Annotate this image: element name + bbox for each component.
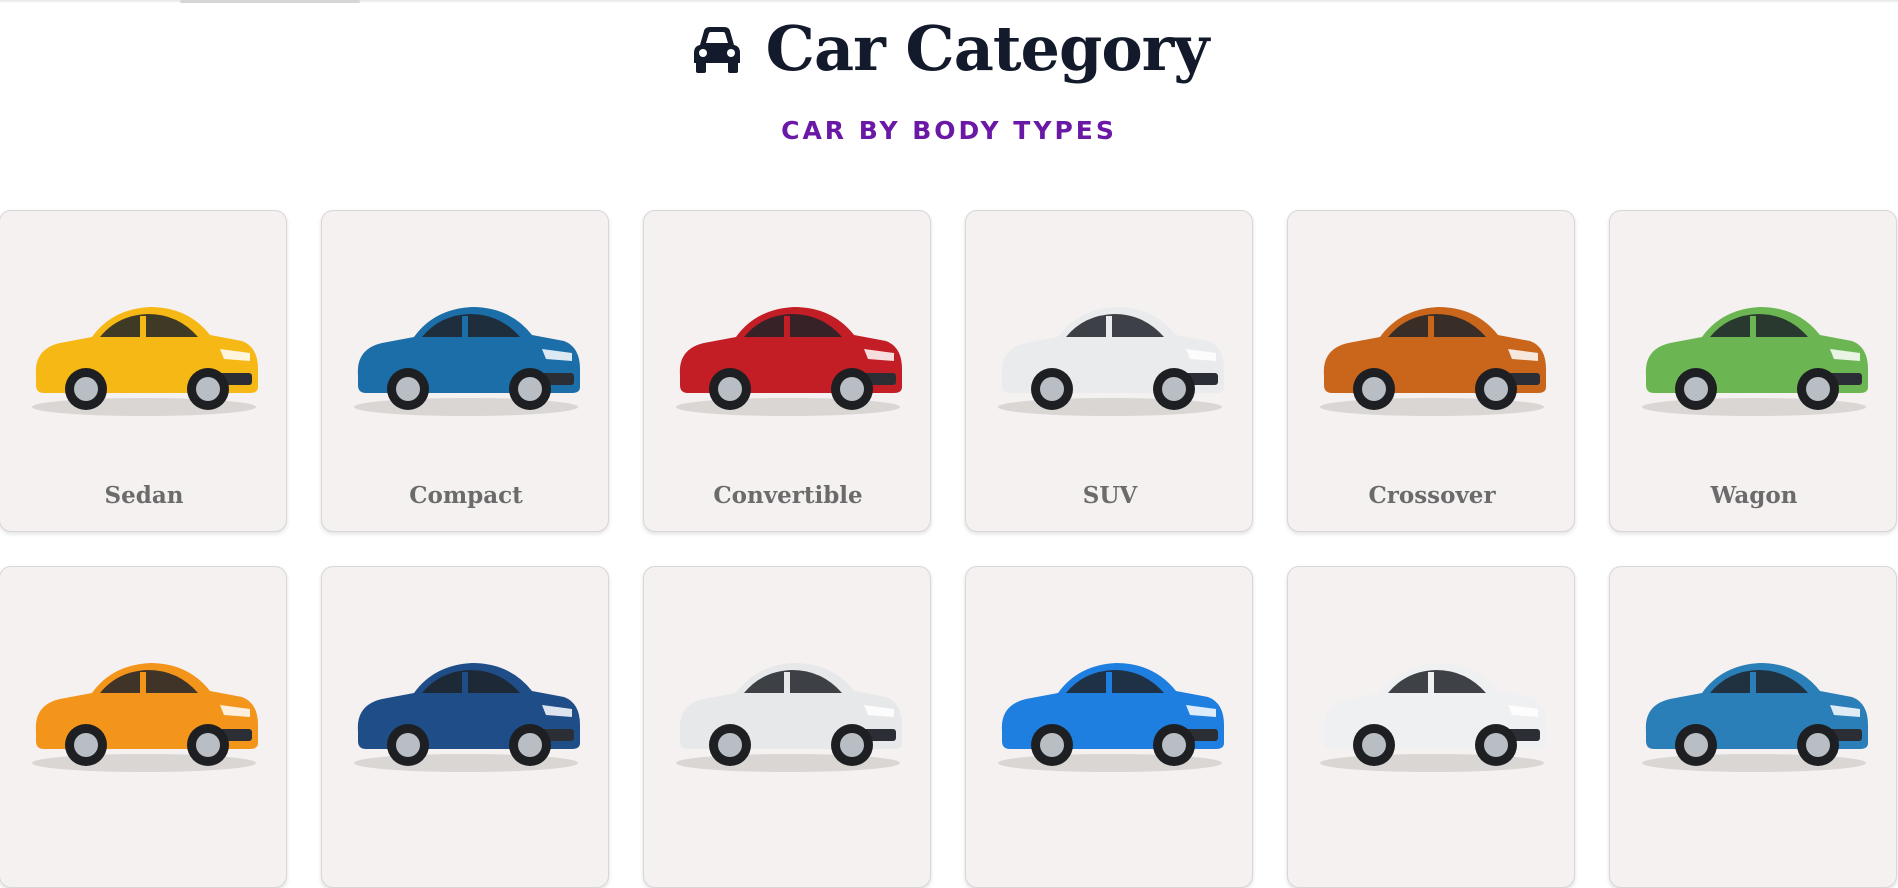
category-card[interactable]: Sedan [0,210,287,532]
category-card-label: Crossover [1368,482,1496,509]
category-card[interactable] [1287,566,1575,888]
category-card[interactable] [643,566,931,888]
category-card-label: Sedan [104,482,184,509]
category-card[interactable]: SUV [965,210,1253,532]
orange-crossover-image [1308,279,1556,424]
category-card-label: SUV [1082,482,1138,509]
blue-pickup-truck-image [342,635,590,780]
category-card[interactable] [0,566,287,888]
blue-compact-suv-image [342,279,590,424]
white-suv-image [986,279,1234,424]
category-card[interactable]: Compact [321,210,609,532]
white-electric-hatchback-image [1308,635,1556,780]
white-minivan-image [664,635,912,780]
category-card[interactable] [321,566,609,888]
category-card[interactable]: Crossover [1287,210,1575,532]
category-card[interactable] [965,566,1253,888]
yellow-sedan-image [20,279,268,424]
orange-sports-car-image [20,635,268,780]
blue-luxury-coupe-image [1630,635,1878,780]
category-card-label: Wagon [1710,482,1798,509]
category-grid: Sedan Compact Convertible SUV Crossover Wagon [0,0,1898,888]
category-card-label: Convertible [713,482,863,509]
category-card[interactable]: Convertible [643,210,931,532]
category-card-label: Compact [409,482,523,509]
category-card[interactable]: Wagon [1609,210,1897,532]
green-wagon-image [1630,279,1878,424]
category-card[interactable] [1609,566,1897,888]
red-convertible-image [664,279,912,424]
blue-coupe-image [986,635,1234,780]
